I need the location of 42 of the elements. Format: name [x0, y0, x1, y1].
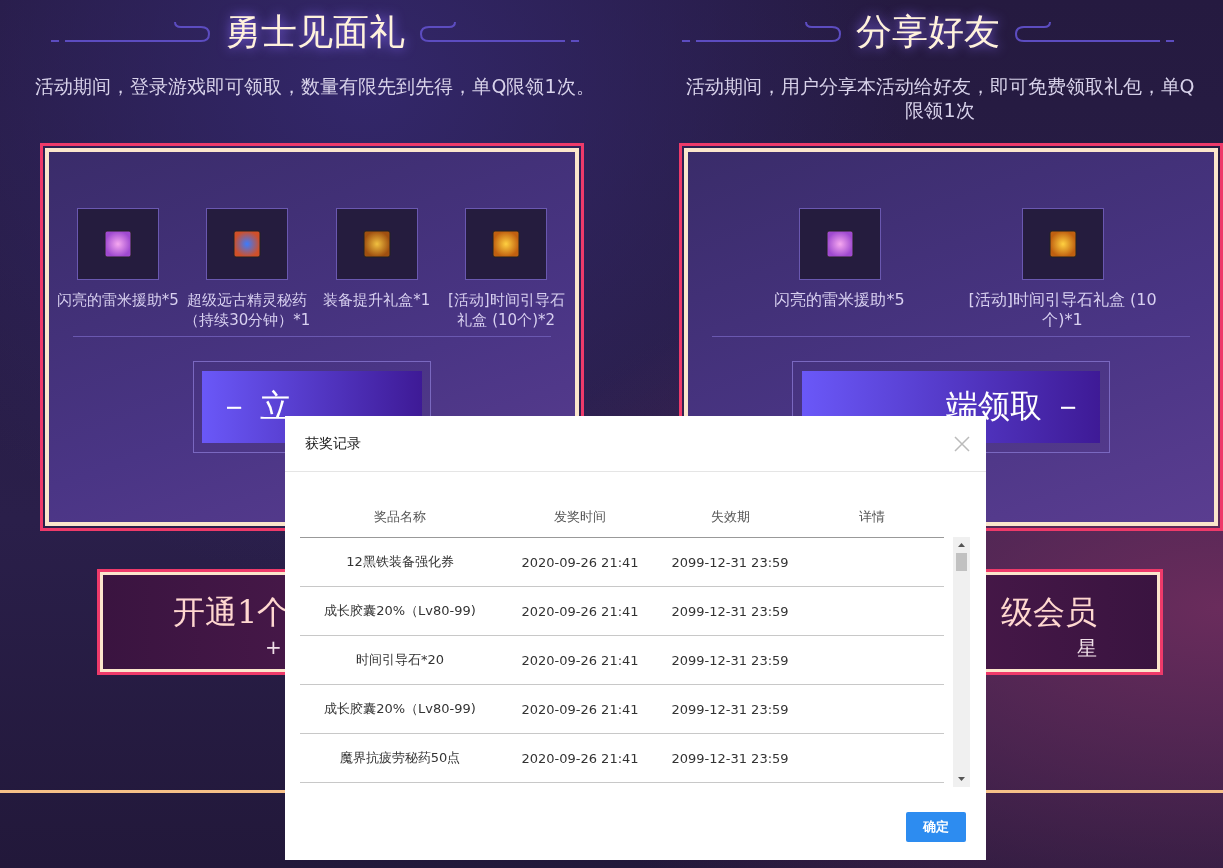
- table-cell-text: 成长胶囊20%（Lv80-99): [323, 602, 477, 620]
- column-header: 发奖时间: [553, 508, 607, 526]
- table-cell-text: 2099-12-31 23:59: [670, 554, 790, 570]
- item-name: 闪亮的雷米援助*5: [774, 290, 905, 310]
- item-icon: [233, 230, 262, 258]
- table-cell-text: 2020-09-26 21:41: [520, 554, 640, 570]
- banner-title: 开通1个: [173, 592, 290, 633]
- item-icon: [362, 230, 391, 258]
- table-cell-text: 2099-12-31 23:59: [670, 750, 790, 766]
- banner-subtitle: 星: [1077, 635, 1097, 662]
- item-icon: [1048, 230, 1077, 258]
- column-header: 详情: [858, 508, 886, 526]
- table-cell-text: 2020-09-26 21:41: [520, 603, 640, 619]
- table-cell-text: 2099-12-31 23:59: [670, 701, 790, 717]
- banner-subtitle: +: [265, 635, 282, 659]
- item-icon: [825, 230, 854, 258]
- item-name: 装备提升礼盒*1: [323, 290, 431, 310]
- column-header: 奖品名称: [373, 508, 427, 526]
- item-icon: [103, 230, 132, 258]
- close-icon[interactable]: [954, 435, 970, 452]
- table-cell-text: 2020-09-26 21:41: [520, 701, 640, 717]
- section-title: 分享好友: [856, 9, 1000, 54]
- section-description: 活动期间，登录游戏即可领取，数量有限先到先得，单Q限领1次。: [34, 74, 596, 99]
- scrollbar[interactable]: [953, 537, 970, 787]
- confirm-button[interactable]: 确定: [906, 812, 966, 842]
- banner-title: 级会员: [1001, 592, 1097, 633]
- table-cell-text: 成长胶囊20%（Lv80-99): [323, 700, 477, 718]
- section-title: 勇士见面礼: [225, 9, 405, 54]
- table-cell-text: 时间引导石*20: [354, 651, 445, 669]
- item-name: [活动]时间引导石礼盒 (10个)*2: [446, 290, 566, 330]
- table-cell-text: 12黑铁装备强化券: [345, 553, 455, 571]
- table-cell-text: 2020-09-26 21:41: [520, 750, 640, 766]
- table-cell-text: 2099-12-31 23:59: [670, 603, 790, 619]
- table-cell-text: 魔界抗疲劳秘药50点: [338, 749, 462, 767]
- item-icon: [492, 230, 521, 258]
- item-name: 闪亮的雷米援助*5: [56, 290, 179, 310]
- table-cell-text: 2099-12-31 23:59: [670, 652, 790, 668]
- table-cell-text: 2020-09-26 21:41: [520, 652, 640, 668]
- item-name: 超级远古精灵秘药（持续30分钟）*1: [183, 290, 312, 330]
- item-name: [活动]时间引导石礼盒 (10个)*1: [967, 290, 1158, 330]
- column-header: 失效期: [709, 508, 751, 526]
- section-description: 活动期间，用户分享本活动给好友，即可免费领取礼包，单Q限领1次: [684, 74, 1196, 123]
